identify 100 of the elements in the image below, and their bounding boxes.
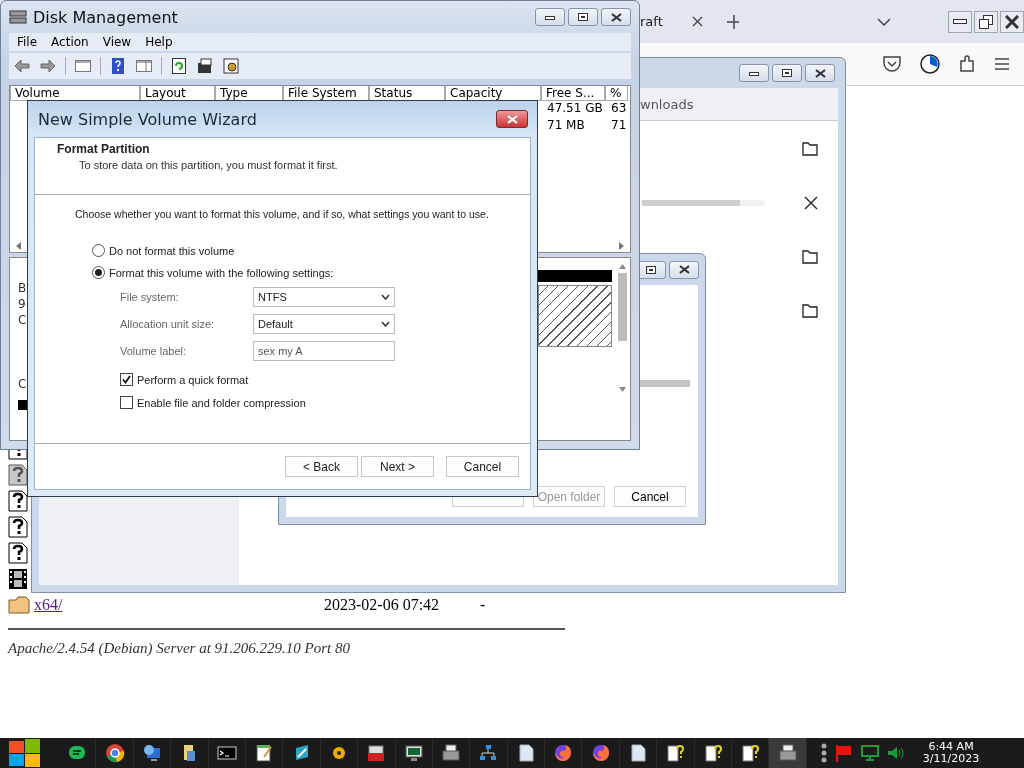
speaker-icon[interactable] [886, 746, 905, 760]
checkbox-label[interactable]: Perform a quick format [137, 373, 249, 386]
radio-label[interactable]: Do not format this volume [109, 244, 235, 257]
help-document-icon [664, 742, 687, 764]
close-icon [610, 12, 622, 22]
taskbar-button[interactable] [769, 738, 807, 768]
chevron-down-icon [381, 294, 390, 300]
dialog-button[interactable]: Cancel [614, 486, 686, 507]
server-signature: Apache/2.4.54 (Debian) Server at 91.206.229.10 Port 80 [8, 640, 352, 657]
close-icon [814, 68, 826, 78]
maximize-icon [782, 69, 792, 77]
maximize-button[interactable] [568, 8, 598, 26]
new-tab-icon[interactable] [726, 14, 740, 29]
help-icon[interactable] [109, 57, 127, 75]
instruction-text: Choose whether you want to format this volume, and if so, what settings you want to use. [75, 208, 490, 220]
wizard-button[interactable]: Next > [361, 456, 434, 477]
folder-icon[interactable] [802, 142, 818, 156]
close-button[interactable] [1000, 10, 1024, 33]
menu-item[interactable]: Help [145, 35, 173, 49]
console-tree-icon[interactable] [74, 57, 92, 75]
radio-button[interactable] [92, 244, 105, 257]
more-icon[interactable] [820, 743, 827, 763]
restore-button[interactable] [974, 10, 998, 33]
browser-tab[interactable]: raft [640, 0, 713, 43]
minimize-icon [545, 14, 555, 20]
settings-icon[interactable] [222, 57, 240, 75]
table-cell-text: 71 MB [546, 118, 586, 134]
chevron-down-icon[interactable] [877, 17, 890, 26]
folder-icon[interactable] [802, 304, 818, 318]
close-icon [506, 114, 518, 124]
checkbox[interactable] [120, 396, 133, 409]
action-pane-icon[interactable] [135, 57, 153, 75]
library-path: wnloads [640, 96, 694, 112]
chevron-down-icon [381, 321, 390, 327]
close-button[interactable] [496, 110, 528, 128]
table-cell-text: 47.51 GB [546, 101, 604, 117]
field-label: Allocation unit size: [120, 318, 216, 330]
minimize-button[interactable] [739, 64, 769, 82]
progress-circle-icon[interactable] [920, 54, 940, 74]
minimize-button[interactable] [948, 10, 972, 33]
scroll-down-icon[interactable] [618, 387, 626, 392]
modified-date: 2023-02-06 07:42 [324, 596, 441, 614]
column-header[interactable]: % [605, 86, 628, 101]
field-label: File system: [120, 291, 180, 303]
minimize-icon [953, 18, 967, 25]
table-cell-text: 63 [610, 101, 628, 117]
window-title: Disk Management [33, 7, 179, 27]
puzzle-icon[interactable] [958, 55, 976, 73]
page-heading: Format Partition [57, 142, 151, 156]
radio-button[interactable] [92, 266, 105, 279]
close-icon[interactable] [691, 16, 703, 27]
monitor-icon[interactable] [860, 745, 879, 761]
unknown-file-icon [8, 464, 28, 486]
refresh-icon[interactable] [170, 57, 188, 75]
disk-label: C [18, 376, 28, 392]
radio-label[interactable]: Format this volume with the following settings: [109, 266, 334, 279]
flag-icon[interactable] [834, 744, 853, 762]
properties-icon[interactable] [196, 57, 214, 75]
column-header[interactable]: Free S... [541, 86, 605, 101]
scroll-right-icon[interactable] [619, 242, 624, 250]
forward-arrow-icon[interactable] [39, 57, 57, 75]
field-label: Volume label: [120, 345, 188, 357]
close-button[interactable] [669, 260, 699, 279]
folder-link[interactable]: x64/ [34, 596, 320, 614]
scroll-left-icon[interactable] [16, 242, 21, 250]
minimize-button[interactable] [535, 8, 565, 26]
wizard-button[interactable]: < Back [285, 456, 358, 477]
close-button[interactable] [805, 64, 835, 82]
menu-item[interactable]: View [102, 35, 132, 49]
maximize-button[interactable] [772, 64, 802, 82]
folder-icon [8, 596, 30, 614]
dropdown[interactable]: Default [253, 314, 395, 334]
back-arrow-icon[interactable] [13, 57, 31, 75]
checkbox-label[interactable]: Enable file and folder compression [137, 396, 306, 409]
close-icon [678, 265, 690, 274]
close-icon[interactable] [804, 196, 818, 210]
unknown-file-icon [8, 516, 28, 538]
input-field[interactable]: sex my A [253, 341, 395, 361]
dropdown[interactable]: NTFS [253, 287, 395, 307]
scrollbar[interactable] [616, 264, 628, 392]
unknown-file-icon [8, 490, 28, 512]
disk-label: C [18, 312, 28, 328]
film-icon [8, 568, 28, 590]
table-cell-text: 71 [610, 118, 628, 134]
disk-label: B [18, 280, 28, 296]
clock[interactable]: 6:44 AM 3/11/2023 [922, 741, 980, 765]
page-subheading: To store data on this partition, you must format it first. [78, 159, 339, 171]
scroll-up-icon[interactable] [618, 264, 626, 269]
pocket-icon[interactable] [882, 55, 902, 73]
checkbox[interactable] [120, 373, 133, 386]
menu-item[interactable]: Action [51, 35, 89, 49]
close-button[interactable] [601, 8, 631, 26]
unknown-file-icon [8, 542, 28, 564]
maximize-icon [646, 265, 656, 274]
drives-icon [9, 9, 27, 25]
menu-item[interactable]: File [17, 35, 38, 49]
folder-icon[interactable] [802, 250, 818, 264]
wizard-button[interactable]: Cancel [446, 456, 519, 477]
menu-icon[interactable] [994, 57, 1010, 71]
printer-icon [776, 742, 799, 764]
